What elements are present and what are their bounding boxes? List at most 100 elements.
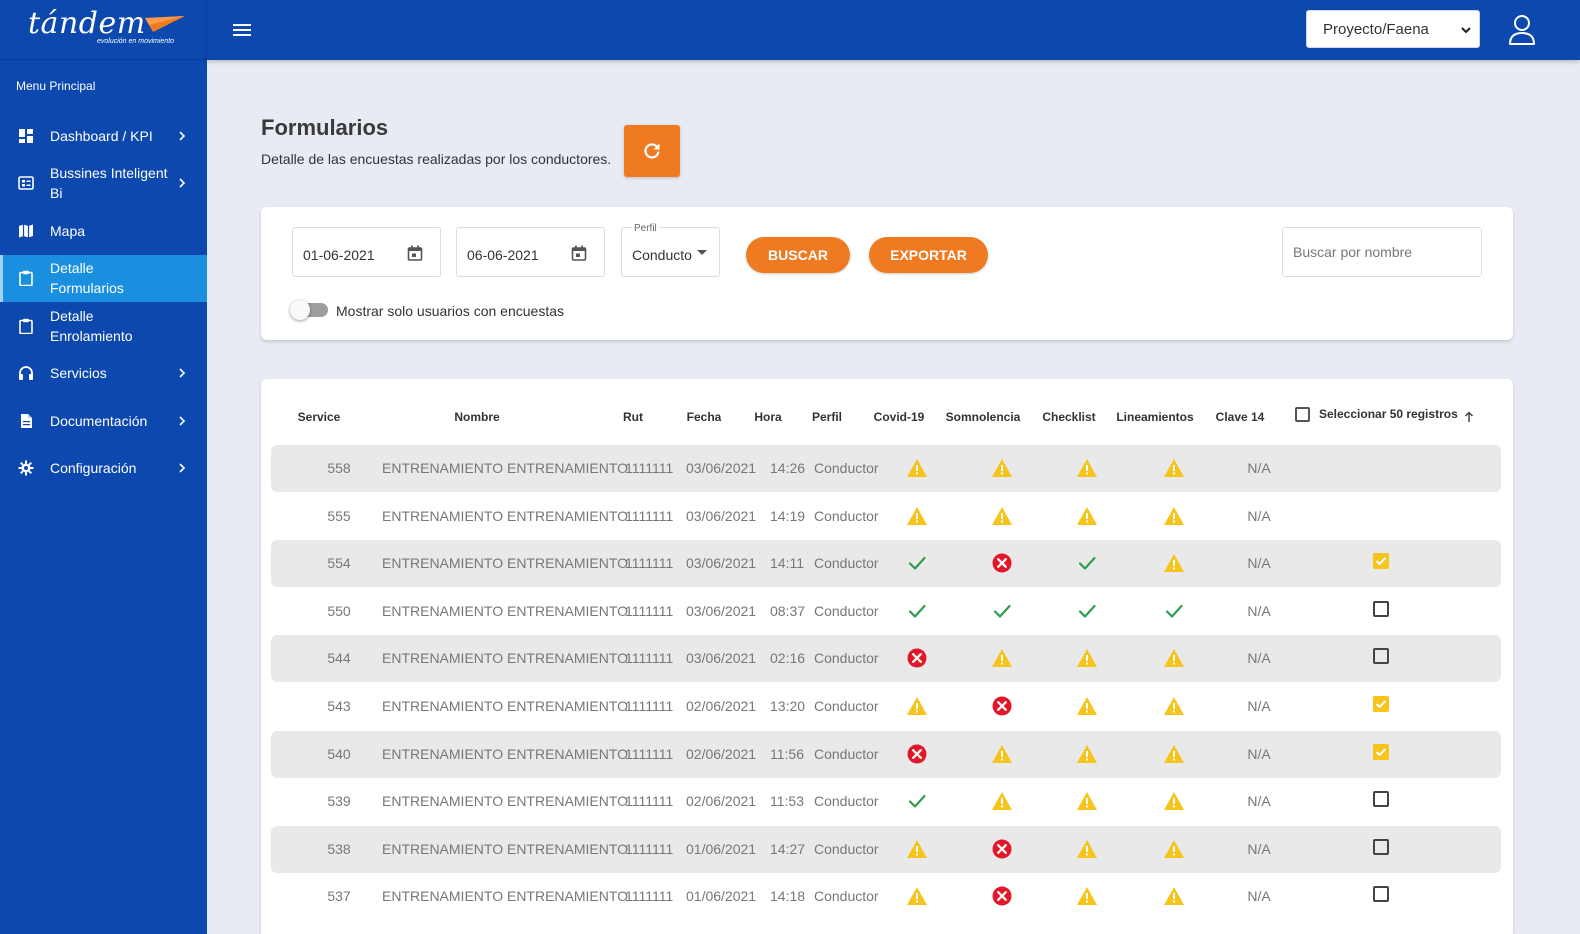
table-row[interactable]: 555 ENTRENAMIENTO ENTRENAMIENTO 1111111 03/…: [271, 493, 1501, 540]
row-select-checkbox-checked[interactable]: [1373, 553, 1389, 570]
table-row[interactable]: 538 ENTRENAMIENTO ENTRENAMIENTO 1111111 01/…: [271, 825, 1501, 873]
column-header-service[interactable]: Service: [298, 410, 341, 424]
warning-icon[interactable]: [906, 695, 928, 717]
warning-icon[interactable]: [906, 838, 928, 860]
warning-icon[interactable]: [906, 885, 928, 907]
error-icon[interactable]: [906, 743, 928, 765]
cell-service: 558: [327, 460, 351, 476]
select-all-control[interactable]: Seleccionar 50 registros: [1295, 405, 1474, 423]
warning-icon[interactable]: [1163, 885, 1185, 907]
cell-service: 554: [327, 555, 351, 572]
warning-icon[interactable]: [1076, 790, 1098, 812]
table-row[interactable]: 537 ENTRENAMIENTO ENTRENAMIENTO 1111111 01/…: [271, 873, 1501, 920]
warning-icon[interactable]: [991, 457, 1013, 479]
warning-icon[interactable]: [1076, 457, 1098, 479]
table-row[interactable]: 539 ENTRENAMIENTO ENTRENAMIENTO 1111111 02/…: [271, 778, 1501, 825]
cell-perfil: Conductor: [814, 507, 879, 524]
row-select-checkbox[interactable]: [1373, 838, 1389, 855]
warning-icon[interactable]: [1163, 790, 1185, 812]
hamburger-menu-icon[interactable]: [231, 20, 253, 40]
check-icon[interactable]: [906, 790, 928, 812]
warning-icon[interactable]: [1076, 695, 1098, 717]
error-icon[interactable]: [991, 695, 1013, 717]
check-icon[interactable]: [1076, 552, 1098, 574]
perfil-select[interactable]: Perfil Conductor: [621, 223, 720, 277]
column-header-nombre[interactable]: Nombre: [454, 410, 499, 424]
table-row[interactable]: 550 ENTRENAMIENTO ENTRENAMIENTO 1111111 03/…: [271, 588, 1501, 635]
error-icon[interactable]: [991, 838, 1013, 860]
table-row[interactable]: 558 ENTRENAMIENTO ENTRENAMIENTO 1111111 03/…: [271, 445, 1501, 492]
table-row[interactable]: 554 ENTRENAMIENTO ENTRENAMIENTO 1111111 03/…: [271, 540, 1501, 588]
sidebar-item-dashboard-kpi[interactable]: Dashboard / KPI: [0, 112, 207, 160]
sort-arrow-up-icon[interactable]: [1464, 411, 1474, 423]
date-to-input[interactable]: 06-06-2021: [456, 227, 605, 277]
buscar-button[interactable]: BUSCAR: [746, 237, 850, 273]
column-header-clave14[interactable]: Clave 14: [1216, 410, 1265, 424]
user-icon[interactable]: [1507, 14, 1537, 46]
table-row[interactable]: 544 ENTRENAMIENTO ENTRENAMIENTO 1111111 03/…: [271, 635, 1501, 683]
warning-icon[interactable]: [1076, 647, 1098, 669]
warning-icon[interactable]: [991, 790, 1013, 812]
warning-icon[interactable]: [1163, 743, 1185, 765]
sidebar-item-detalle-enrolamiento[interactable]: Detalle Enrolamiento: [0, 302, 207, 350]
warning-icon[interactable]: [1076, 743, 1098, 765]
sidebar-item-bussines-inteligent-bi[interactable]: Bussines Inteligent Bi: [0, 160, 207, 208]
warning-icon[interactable]: [1076, 838, 1098, 860]
calendar-icon[interactable]: [571, 245, 587, 261]
column-header-fecha[interactable]: Fecha: [687, 410, 722, 424]
column-header-rut[interactable]: Rut: [623, 410, 643, 424]
sidebar-item-configuración[interactable]: Configuración: [0, 445, 207, 493]
sidebar-item-detalle-formularios[interactable]: Detalle Formularios: [0, 254, 207, 302]
warning-icon[interactable]: [1163, 695, 1185, 717]
check-icon[interactable]: [1076, 600, 1098, 622]
table-row[interactable]: 540 ENTRENAMIENTO ENTRENAMIENTO 1111111 02/…: [271, 730, 1501, 778]
row-select-checkbox[interactable]: [1373, 886, 1389, 903]
exportar-button[interactable]: EXPORTAR: [869, 237, 988, 273]
warning-icon[interactable]: [1163, 647, 1185, 669]
refresh-button[interactable]: [624, 125, 680, 177]
error-icon[interactable]: [991, 885, 1013, 907]
search-input[interactable]: [1293, 244, 1473, 260]
calendar-icon[interactable]: [407, 245, 423, 261]
warning-icon[interactable]: [1163, 505, 1185, 527]
error-icon[interactable]: [906, 647, 928, 669]
warning-icon[interactable]: [1076, 505, 1098, 527]
warning-icon[interactable]: [906, 505, 928, 527]
row-select-checkbox[interactable]: [1373, 600, 1389, 617]
row-select-checkbox-checked[interactable]: [1373, 743, 1389, 760]
check-icon[interactable]: [991, 600, 1013, 622]
cell-nombre: ENTRENAMIENTO ENTRENAMIENTO: [382, 460, 629, 476]
warning-icon[interactable]: [991, 505, 1013, 527]
check-icon[interactable]: [906, 600, 928, 622]
warning-icon[interactable]: [991, 647, 1013, 669]
check-icon[interactable]: [906, 552, 928, 574]
project-select[interactable]: Proyecto/Faena: [1306, 10, 1480, 48]
table-row[interactable]: 543 ENTRENAMIENTO ENTRENAMIENTO 1111111 02/…: [271, 683, 1501, 730]
error-icon[interactable]: [991, 552, 1013, 574]
sidebar-item-servicios[interactable]: Servicios: [0, 350, 207, 398]
column-header-checklist[interactable]: Checklist: [1042, 410, 1095, 424]
check-icon[interactable]: [1163, 600, 1185, 622]
column-header-somnolencia[interactable]: Somnolencia: [946, 410, 1021, 424]
row-select-checkbox[interactable]: [1373, 648, 1389, 665]
warning-icon[interactable]: [1163, 838, 1185, 860]
cell-fecha: 01/06/2021: [686, 840, 757, 857]
warning-icon[interactable]: [1163, 457, 1185, 479]
row-select-checkbox[interactable]: [1373, 791, 1389, 808]
warning-icon[interactable]: [906, 457, 928, 479]
brand-logo[interactable]: tándem evolución en movimiento: [0, 0, 207, 60]
column-header-covid[interactable]: Covid-19: [874, 410, 925, 424]
topbar: Proyecto/Faena: [207, 0, 1580, 60]
column-header-perfil[interactable]: Perfil: [812, 410, 842, 424]
column-header-lineamientos[interactable]: Lineamientos: [1116, 410, 1193, 424]
select-all-checkbox[interactable]: [1295, 406, 1310, 422]
surveys-only-toggle[interactable]: [290, 300, 328, 320]
warning-icon[interactable]: [1163, 552, 1185, 574]
date-from-input[interactable]: 01-06-2021: [292, 227, 441, 277]
warning-icon[interactable]: [991, 743, 1013, 765]
sidebar-item-documentación[interactable]: Documentación: [0, 397, 207, 445]
column-header-hora[interactable]: Hora: [754, 410, 781, 424]
sidebar-item-mapa[interactable]: Mapa: [0, 207, 207, 255]
row-select-checkbox-checked[interactable]: [1373, 696, 1389, 712]
warning-icon[interactable]: [1076, 885, 1098, 907]
